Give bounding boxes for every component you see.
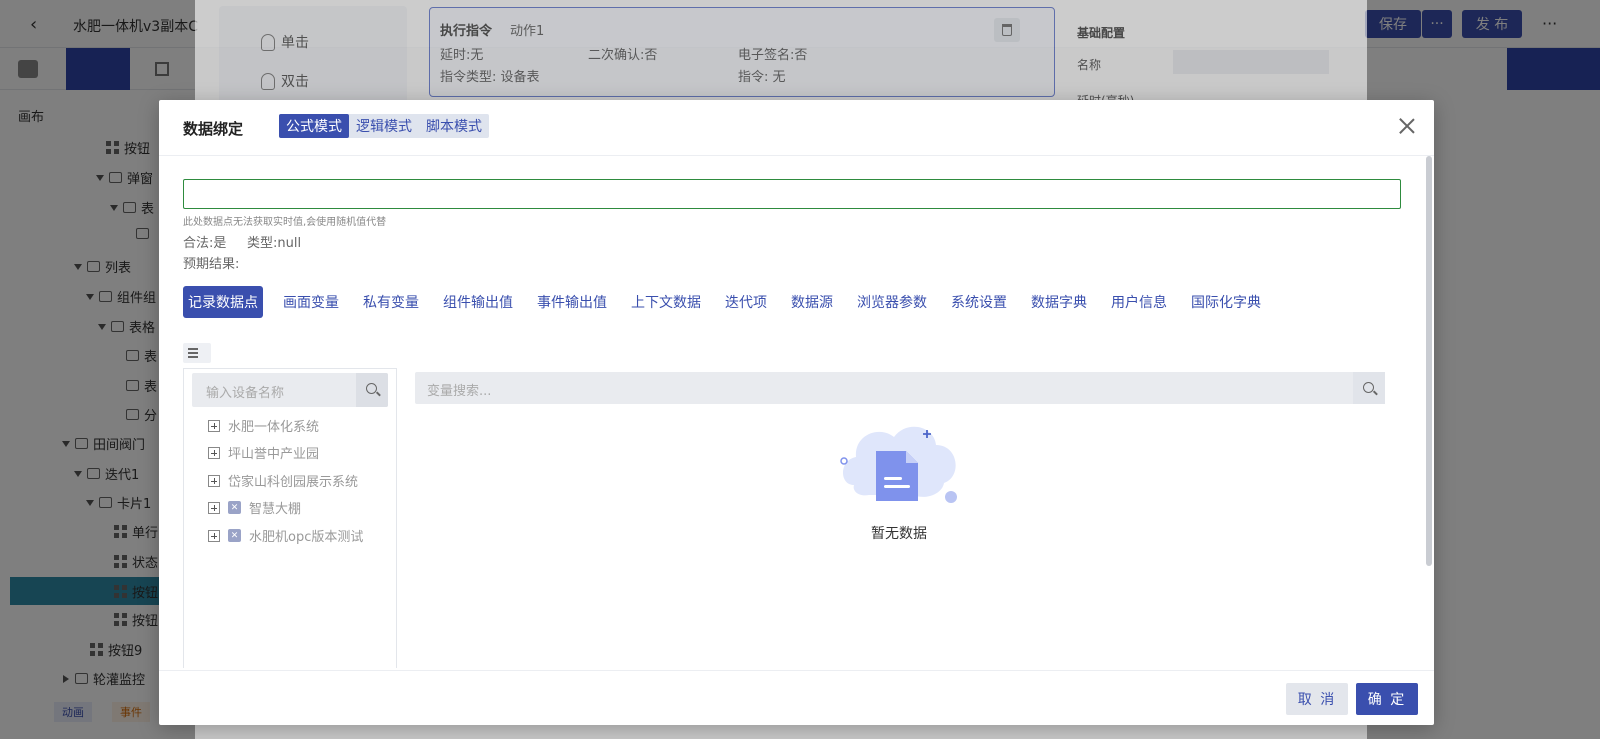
device-label: 水肥一体化系统 <box>228 420 320 435</box>
dialog-header: 数据绑定 公式模式 逻辑模式 脚本模式 <box>159 100 1434 156</box>
action-esign: 电子签名:否 <box>738 48 808 63</box>
device-badge-icon: ✕ <box>228 529 241 542</box>
expand-icon[interactable] <box>208 419 220 432</box>
action-cmd: 指令: 无 <box>738 70 786 85</box>
tab-screen-vars[interactable]: 画面变量 <box>283 292 339 312</box>
action-delay: 延时:无 <box>440 48 484 63</box>
list-view-toggle[interactable] <box>183 343 211 363</box>
trigger-dblclick[interactable]: 双击 <box>261 71 309 91</box>
search-icon <box>1363 382 1374 393</box>
tab-private-vars[interactable]: 私有变量 <box>363 292 419 312</box>
trigger-list: 单击 双击 <box>219 6 407 106</box>
name-label: 名称 <box>1077 58 1102 72</box>
tab-datasource[interactable]: 数据源 <box>791 292 833 312</box>
variable-search-button[interactable] <box>1353 372 1385 404</box>
device-node[interactable]: 水肥一体化系统 <box>208 416 319 435</box>
cancel-button[interactable]: 取 消 <box>1286 683 1348 715</box>
tab-data-dictionary[interactable]: 数据字典 <box>1031 292 1087 312</box>
trigger-label: 单击 <box>281 35 309 51</box>
device-label: 岱家山科创园展示系统 <box>228 475 359 490</box>
action-type: 执行指令 <box>440 24 493 39</box>
value-type: 类型:null <box>247 236 302 251</box>
search-icon <box>366 383 377 394</box>
valid-status: 合法:是 <box>183 236 227 251</box>
mode-script[interactable]: 脚本模式 <box>419 114 489 138</box>
confirm-button[interactable]: 确 定 <box>1356 683 1418 715</box>
expected-result: 预期结果: <box>183 257 240 272</box>
action-confirm: 二次确认:否 <box>588 48 658 63</box>
dialog-title: 数据绑定 <box>183 120 244 138</box>
mode-formula[interactable]: 公式模式 <box>279 114 349 138</box>
formula-input[interactable] <box>183 179 1401 209</box>
name-input[interactable] <box>1173 50 1329 74</box>
source-tabs: 记录数据点 画面变量 私有变量 组件输出值 事件输出值 上下文数据 迭代项 数据… <box>183 286 1285 318</box>
tab-record-points[interactable]: 记录数据点 <box>183 286 263 318</box>
variable-search-placeholder: 变量搜索... <box>427 384 492 399</box>
random-value-hint: 此处数据点无法获取实时值,会使用随机值代替 <box>183 217 387 228</box>
device-label: 水肥机opc版本测试 <box>249 530 364 545</box>
close-icon[interactable] <box>1398 117 1416 135</box>
device-badge-icon: ✕ <box>228 501 241 514</box>
device-search-placeholder: 输入设备名称 <box>206 386 285 401</box>
expand-icon[interactable] <box>208 446 220 459</box>
device-node[interactable]: ✕ 智慧大棚 <box>208 498 301 517</box>
mode-logic[interactable]: 逻辑模式 <box>349 114 419 138</box>
trigger-label: 双击 <box>281 74 309 90</box>
expand-icon[interactable] <box>208 501 220 514</box>
action-name: 动作1 <box>510 24 545 39</box>
expand-icon[interactable] <box>208 474 220 487</box>
action-cmd-type: 指令类型: 设备表 <box>440 70 540 85</box>
tab-system-settings[interactable]: 系统设置 <box>951 292 1007 312</box>
pointer-icon <box>261 33 275 51</box>
empty-data-text: 暂无数据 <box>871 526 927 542</box>
variable-search-input[interactable]: 变量搜索... <box>415 372 1385 404</box>
tab-i18n-dictionary[interactable]: 国际化字典 <box>1191 292 1261 312</box>
tab-event-output[interactable]: 事件输出值 <box>537 292 607 312</box>
trash-icon <box>1002 24 1012 36</box>
tab-user-info[interactable]: 用户信息 <box>1111 292 1167 312</box>
empty-data-illustration <box>840 426 957 503</box>
expand-icon[interactable] <box>208 529 220 542</box>
delay-label: 延时(毫秒) <box>1077 92 1134 100</box>
action-card[interactable]: 执行指令 动作1 延时:无 二次确认:否 电子签名:否 指令类型: 设备表 指令… <box>429 7 1055 97</box>
device-label: 坪山誉中产业园 <box>228 447 320 462</box>
delete-action-button[interactable] <box>994 18 1020 42</box>
device-node[interactable]: 坪山誉中产业园 <box>208 443 319 462</box>
mode-switch: 公式模式 逻辑模式 脚本模式 <box>279 114 489 138</box>
data-binding-dialog: 数据绑定 公式模式 逻辑模式 脚本模式 此处数据点无法获取实时值,会使用随机值代… <box>159 100 1434 725</box>
tab-component-output[interactable]: 组件输出值 <box>443 292 513 312</box>
pointer-icon <box>261 72 275 90</box>
dialog-footer: 取 消 确 定 <box>159 670 1434 725</box>
tab-context-data[interactable]: 上下文数据 <box>631 292 701 312</box>
device-node[interactable]: ✕ 水肥机opc版本测试 <box>208 526 363 545</box>
tab-iteration-item[interactable]: 迭代项 <box>725 292 767 312</box>
device-label: 智慧大棚 <box>249 502 302 517</box>
device-search-input[interactable]: 输入设备名称 <box>192 373 388 407</box>
dialog-scrollbar[interactable] <box>1426 156 1432 566</box>
trigger-click[interactable]: 单击 <box>261 32 309 52</box>
tab-browser-params[interactable]: 浏览器参数 <box>857 292 927 312</box>
config-title: 基础配置 <box>1077 26 1126 40</box>
device-search-button[interactable] <box>356 373 388 407</box>
device-tree-panel: 输入设备名称 水肥一体化系统 坪山誉中产业园 岱家山科创园展示系统 ✕ 智慧大棚 … <box>183 368 397 668</box>
device-node[interactable]: 岱家山科创园展示系统 <box>208 471 358 490</box>
